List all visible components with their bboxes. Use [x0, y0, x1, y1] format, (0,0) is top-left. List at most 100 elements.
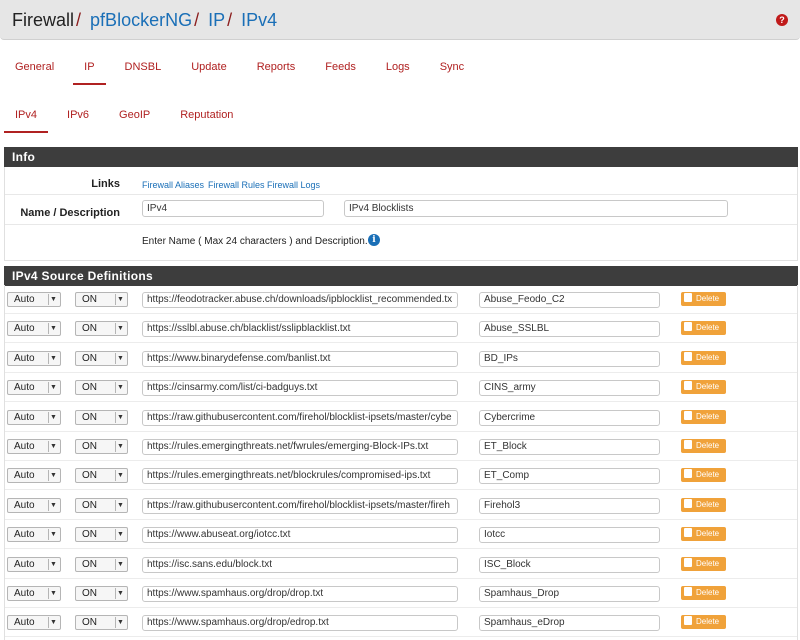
delete-button[interactable]: Delete — [681, 496, 726, 512]
format-select[interactable]: Auto ▼ — [7, 439, 61, 454]
delete-button[interactable]: Delete — [681, 320, 726, 336]
tab-sync[interactable]: Sync — [425, 48, 479, 86]
state-select[interactable]: ON ▼ — [75, 439, 128, 454]
firewall-rules-link[interactable]: Firewall Rules — [208, 180, 265, 190]
delete-label: Delete — [696, 352, 720, 362]
main-tabs: General IP DNSBL Update Reports Feeds Logs Sync — [0, 48, 479, 86]
header-label-input[interactable]: ISC_Block — [479, 556, 660, 573]
delete-button[interactable]: Delete — [681, 291, 726, 306]
format-value: Auto — [14, 617, 35, 629]
state-value: ON — [82, 588, 97, 599]
subtab-reputation[interactable]: Reputation — [165, 96, 248, 134]
delete-label: Delete — [696, 470, 720, 480]
firewall-logs-link[interactable]: Firewall Logs — [267, 180, 320, 190]
header-label-input[interactable]: Cybercrime — [479, 409, 660, 426]
hint-row: Enter Name ( Max 24 characters ) and Des… — [5, 225, 797, 261]
source-url-input[interactable]: https://rules.emergingthreats.net/fwrule… — [142, 439, 458, 455]
header-label-input[interactable]: Spamhaus_eDrop — [479, 615, 660, 632]
header-label-input[interactable]: Iotcc — [479, 527, 660, 544]
tab-feeds[interactable]: Feeds — [310, 48, 371, 86]
format-select[interactable]: Auto ▼ — [7, 321, 61, 337]
state-select[interactable]: ON ▼ — [75, 497, 128, 513]
source-url-input[interactable]: https://www.spamhaus.org/drop/edrop.txt — [142, 615, 458, 632]
delete-button[interactable]: Delete — [681, 467, 726, 483]
info-icon[interactable]: i — [368, 234, 380, 246]
links-row: Links Firewall Aliases Firewall Rules Fi… — [5, 167, 797, 195]
source-url-input[interactable]: https://www.binarydefense.com/banlist.tx… — [142, 350, 458, 367]
header-label-input[interactable]: Abuse_SSLBL — [479, 321, 660, 338]
subtab-ipv6[interactable]: IPv6 — [52, 96, 104, 134]
header-label-input[interactable]: Firehol3 — [479, 497, 660, 514]
name-description-row: Name / Description IPv4 IPv4 Blocklists — [5, 195, 797, 225]
state-select[interactable]: ON ▼ — [75, 615, 128, 631]
state-select[interactable]: ON ▼ — [75, 556, 128, 572]
name-input[interactable]: IPv4 — [142, 200, 324, 217]
source-url-input[interactable]: https://www.spamhaus.org/drop/drop.txt — [142, 586, 458, 602]
source-url-input[interactable]: https://www.abuseat.org/iotcc.txt — [142, 527, 458, 544]
header-label-input[interactable]: CINS_army — [479, 380, 660, 397]
state-value: ON — [82, 294, 97, 305]
format-select[interactable]: Auto ▼ — [7, 615, 61, 631]
format-select[interactable]: Auto ▼ — [7, 556, 61, 572]
breadcrumb-ipv4[interactable]: IPv4 — [241, 10, 277, 30]
source-url-input[interactable]: https://rules.emergingthreats.net/blockr… — [142, 468, 458, 485]
delete-button[interactable]: Delete — [681, 555, 726, 571]
source-url-input[interactable]: https://raw.githubusercontent.com/fireho… — [142, 497, 458, 514]
delete-button[interactable]: Delete — [681, 379, 726, 395]
tab-ip[interactable]: IP — [69, 48, 109, 86]
state-select[interactable]: ON ▼ — [75, 409, 128, 425]
tab-reports[interactable]: Reports — [242, 48, 311, 86]
source-url-input[interactable]: https://raw.githubusercontent.com/fireho… — [142, 409, 458, 426]
state-select[interactable]: ON ▼ — [75, 350, 128, 366]
state-dropdown-icon: ▼ — [115, 294, 125, 305]
tab-general[interactable]: General — [0, 48, 69, 86]
header-label-input[interactable]: BD_IPs — [479, 350, 660, 367]
format-select[interactable]: Auto ▼ — [7, 468, 61, 484]
tab-update[interactable]: Update — [176, 48, 241, 86]
header-label-input[interactable]: ET_Block — [479, 439, 660, 455]
delete-button[interactable]: Delete — [681, 349, 726, 365]
format-select[interactable]: Auto ▼ — [7, 380, 61, 396]
tab-dnsbl[interactable]: DNSBL — [110, 48, 177, 86]
source-url-input[interactable]: https://feodotracker.abuse.ch/downloads/… — [142, 292, 458, 308]
breadcrumb-pfblockerng[interactable]: pfBlockerNG — [90, 10, 192, 30]
source-url-input[interactable]: https://sslbl.abuse.ch/blacklist/sslipbl… — [142, 321, 458, 338]
delete-button[interactable]: Delete — [681, 526, 726, 542]
delete-button[interactable]: Delete — [681, 585, 726, 600]
state-select[interactable]: ON ▼ — [75, 380, 128, 396]
delete-button[interactable]: Delete — [681, 408, 726, 424]
trash-icon — [683, 438, 693, 449]
delete-button[interactable]: Delete — [681, 438, 726, 453]
format-select[interactable]: Auto ▼ — [7, 497, 61, 513]
help-icon[interactable]: ? — [776, 14, 788, 26]
header-label-input[interactable]: Spamhaus_Drop — [479, 586, 660, 602]
delete-label: Delete — [696, 411, 720, 421]
name-description-label: Name / Description — [20, 207, 120, 219]
format-dropdown-icon: ▼ — [48, 294, 58, 305]
state-value: ON — [82, 558, 97, 570]
source-url-input[interactable]: https://cinsarmy.com/list/ci-badguys.txt — [142, 380, 458, 397]
trash-icon — [683, 496, 693, 508]
format-select[interactable]: Auto ▼ — [7, 527, 61, 543]
header-label-input[interactable]: ET_Comp — [479, 468, 660, 485]
source-url-input[interactable]: https://isc.sans.edu/block.txt — [142, 556, 458, 573]
format-select[interactable]: Auto ▼ — [7, 350, 61, 366]
trash-icon — [683, 408, 693, 420]
subtab-geoip[interactable]: GeoIP — [104, 96, 165, 134]
delete-button[interactable]: Delete — [681, 614, 726, 630]
format-select[interactable]: Auto ▼ — [7, 292, 61, 307]
state-select[interactable]: ON ▼ — [75, 468, 128, 484]
subtab-ipv4[interactable]: IPv4 — [0, 96, 52, 134]
description-input[interactable]: IPv4 Blocklists — [344, 200, 728, 217]
format-value: Auto — [14, 499, 35, 511]
firewall-aliases-link[interactable]: Firewall Aliases — [142, 180, 204, 190]
format-select[interactable]: Auto ▼ — [7, 586, 61, 601]
tab-logs[interactable]: Logs — [371, 48, 425, 86]
state-select[interactable]: ON ▼ — [75, 321, 128, 337]
state-select[interactable]: ON ▼ — [75, 527, 128, 543]
state-select[interactable]: ON ▼ — [75, 586, 128, 601]
format-select[interactable]: Auto ▼ — [7, 409, 61, 425]
header-label-input[interactable]: Abuse_Feodo_C2 — [479, 292, 660, 308]
breadcrumb-ip[interactable]: IP — [208, 10, 225, 30]
state-select[interactable]: ON ▼ — [75, 292, 128, 307]
